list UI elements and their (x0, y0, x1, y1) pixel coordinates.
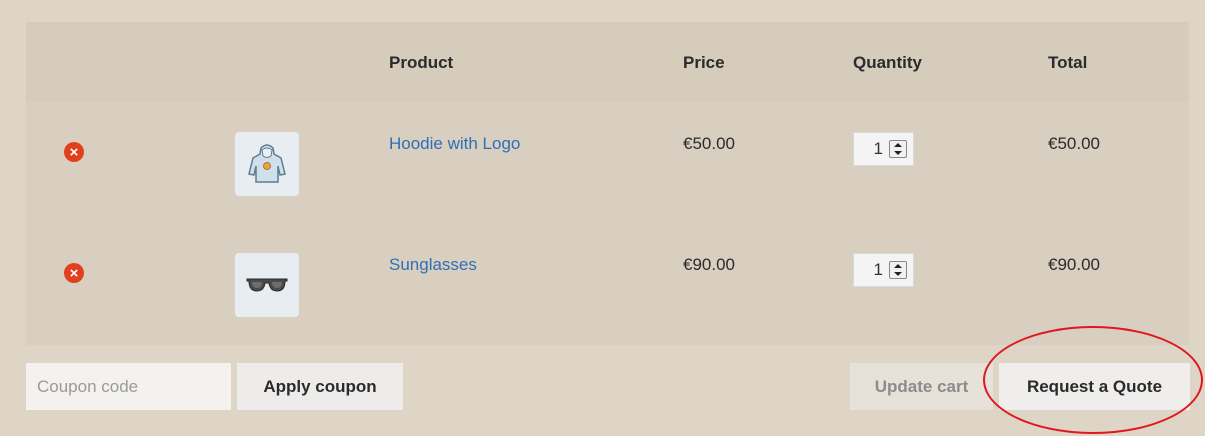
arrow-down-icon[interactable] (894, 151, 902, 155)
line-total: €50.00 (1048, 134, 1100, 153)
cart-actions: Apply coupon Update cart Request a Quote (0, 345, 1205, 436)
quantity-stepper[interactable]: 1 (853, 253, 914, 287)
apply-coupon-button[interactable]: Apply coupon (237, 363, 403, 410)
product-link[interactable]: Sunglasses (389, 255, 477, 275)
table-row: × Hoodie with Logo €50.00 1 €50.00 (26, 102, 1189, 223)
update-cart-button[interactable]: Update cart (850, 363, 993, 410)
request-quote-button[interactable]: Request a Quote (999, 363, 1190, 410)
spinner-arrows-icon[interactable] (889, 261, 907, 279)
sunglasses-icon (246, 278, 288, 292)
sunglasses-thumbnail[interactable] (235, 253, 299, 317)
hoodie-icon (248, 144, 286, 183)
arrow-up-icon[interactable] (894, 264, 902, 268)
header-quantity: Quantity (853, 53, 922, 72)
quantity-value[interactable]: 1 (854, 260, 889, 280)
quantity-stepper[interactable]: 1 (853, 132, 914, 166)
table-row: × Sunglasses €90.00 1 €90.00 (26, 223, 1189, 344)
quantity-value[interactable]: 1 (854, 139, 889, 159)
table-header: Product Price Quantity Total (26, 22, 1189, 102)
coupon-code-input[interactable] (26, 363, 231, 410)
table-body: × Hoodie with Logo €50.00 1 €50.00 × Sun… (26, 102, 1189, 345)
product-link[interactable]: Hoodie with Logo (389, 134, 520, 154)
product-price: €50.00 (683, 134, 735, 153)
header-price: Price (683, 53, 725, 72)
product-price: €90.00 (683, 255, 735, 274)
spinner-arrows-icon[interactable] (889, 140, 907, 158)
remove-item-icon[interactable]: × (64, 142, 84, 162)
line-total: €90.00 (1048, 255, 1100, 274)
arrow-up-icon[interactable] (894, 143, 902, 147)
header-total: Total (1048, 53, 1088, 72)
remove-item-icon[interactable]: × (64, 263, 84, 283)
header-product: Product (389, 53, 454, 72)
hoodie-thumbnail[interactable] (235, 132, 299, 196)
cart-table: Product Price Quantity Total × Hoodie wi… (26, 22, 1189, 345)
arrow-down-icon[interactable] (894, 272, 902, 276)
